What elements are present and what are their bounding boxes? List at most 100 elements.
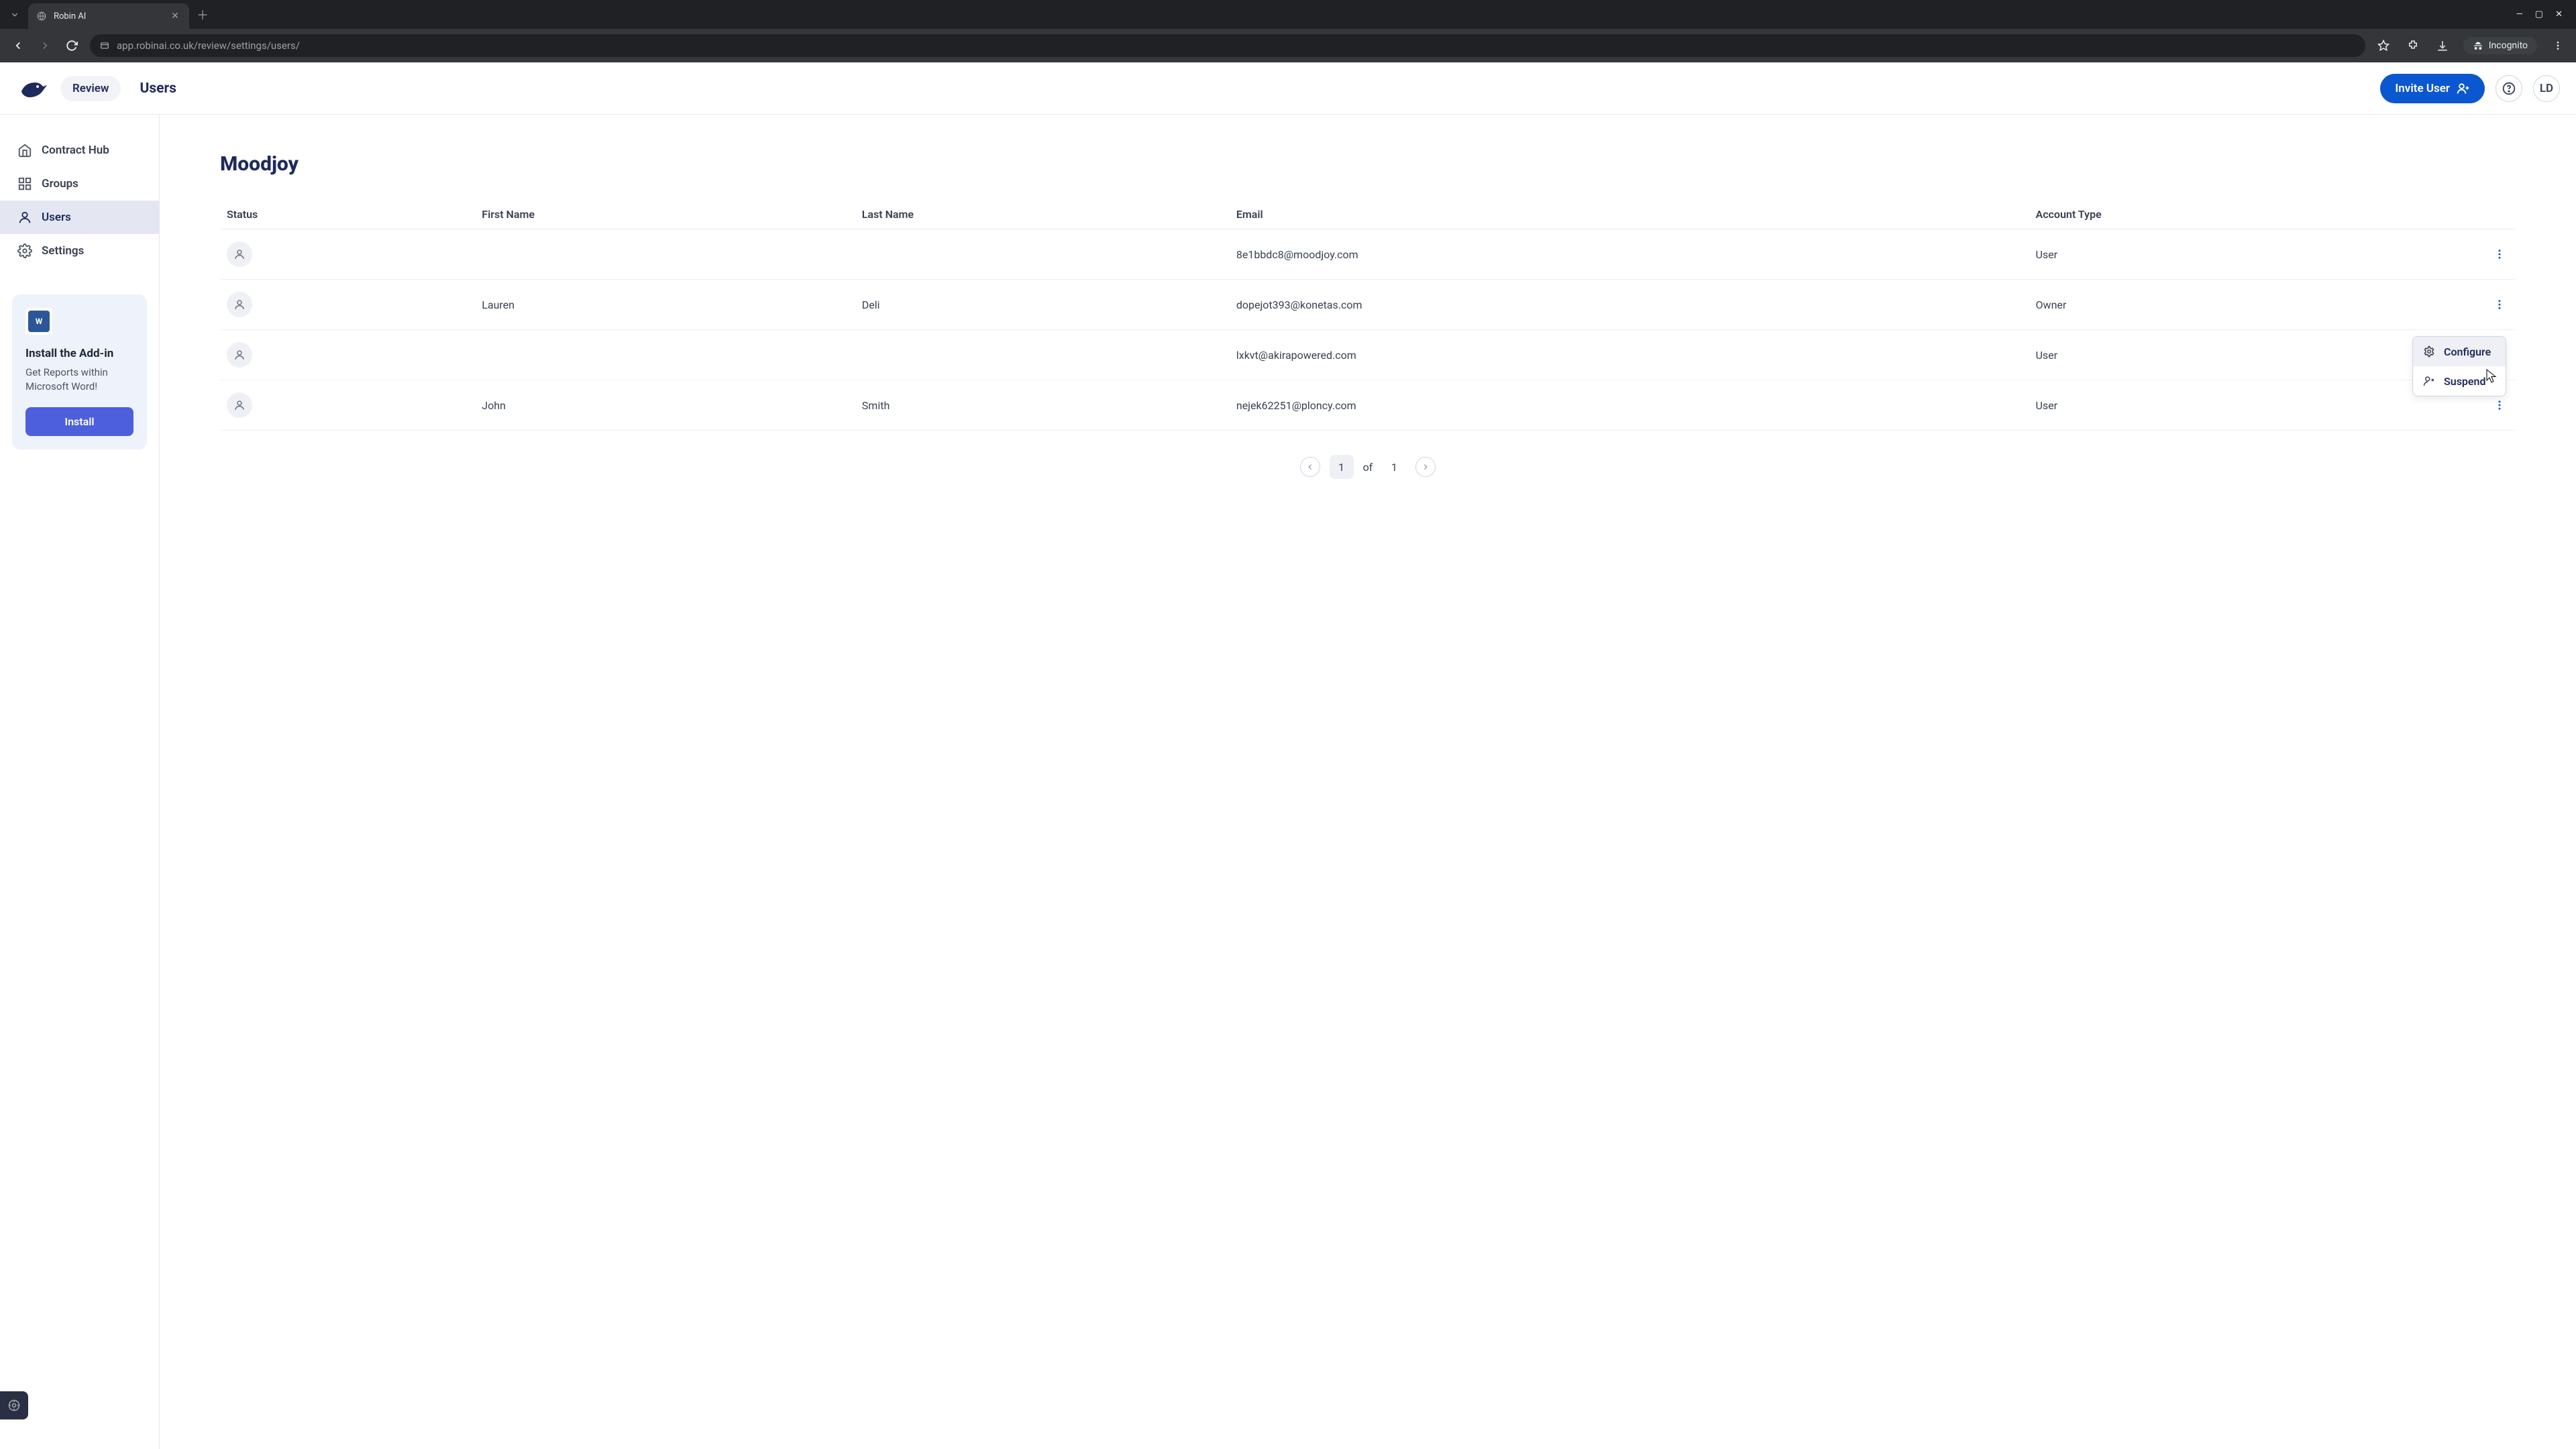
sidebar-item-settings[interactable]: Settings: [0, 234, 159, 268]
status-avatar-icon: [227, 342, 252, 368]
cell-first-name: John: [475, 380, 855, 431]
app-header: Review Users Invite User LD: [0, 62, 2576, 115]
robin-logo-icon[interactable]: [16, 76, 48, 101]
table-row: LaurenDelidopejot393@konetas.comOwner: [220, 280, 2516, 330]
addin-description: Get Reports within Microsoft Word!: [25, 366, 133, 394]
addin-title: Install the Add-in: [25, 347, 133, 360]
tab-close-icon[interactable]: ✕: [169, 10, 181, 22]
cell-first-name: Lauren: [475, 280, 855, 330]
cell-last-name: Smith: [855, 380, 1230, 431]
sidebar: Contract Hub Groups Users Settings W Ins…: [0, 115, 160, 1449]
cell-first-name: [475, 229, 855, 280]
page-total: 1: [1382, 455, 1406, 479]
tab-search-dropdown[interactable]: [5, 5, 24, 24]
user-x-icon: [2422, 374, 2436, 388]
cell-last-name: [855, 330, 1230, 380]
status-avatar-icon: [227, 241, 252, 267]
cell-last-name: [855, 229, 1230, 280]
users-table: Status First Name Last Name Email Accoun…: [220, 200, 2516, 431]
col-account-type: Account Type: [2029, 200, 2483, 229]
col-status: Status: [220, 200, 475, 229]
sidebar-item-users[interactable]: Users: [0, 201, 159, 234]
user-icon: [17, 210, 32, 225]
cell-account-type: Owner: [2029, 280, 2483, 330]
col-email: Email: [1230, 200, 2029, 229]
incognito-badge[interactable]: Incognito: [2463, 37, 2537, 54]
cell-account-type: User: [2029, 229, 2483, 280]
minimize-icon[interactable]: —: [2516, 9, 2523, 19]
install-button[interactable]: Install: [25, 407, 133, 436]
tab-favicon-icon: [36, 11, 47, 21]
org-title: Moodjoy: [220, 152, 2516, 176]
browser-menu-icon[interactable]: [2549, 37, 2567, 54]
user-plus-icon: [2457, 82, 2470, 95]
page-prev-button[interactable]: [1300, 457, 1320, 477]
page-next-button[interactable]: [1415, 457, 1436, 477]
floating-help-badge[interactable]: [0, 1391, 28, 1419]
menu-item-suspend[interactable]: Suspend: [2413, 366, 2506, 396]
new-tab-button[interactable]: ＋: [193, 5, 212, 24]
bookmark-icon[interactable]: [2375, 37, 2392, 54]
page-of-label: of: [1363, 461, 1373, 474]
incognito-icon: [2473, 40, 2483, 51]
status-avatar-icon: [227, 392, 252, 418]
addin-promo-card: W Install the Add-in Get Reports within …: [12, 294, 147, 449]
cell-first-name: [475, 330, 855, 380]
page-current: 1: [1330, 455, 1354, 479]
review-nav-button[interactable]: Review: [60, 76, 121, 101]
cell-email: 8e1bbdc8@moodjoy.com: [1230, 229, 2029, 280]
col-first-name: First Name: [475, 200, 855, 229]
sidebar-item-groups[interactable]: Groups: [0, 167, 159, 201]
row-more-button[interactable]: [2490, 245, 2509, 264]
menu-item-label: Configure: [2444, 345, 2491, 358]
close-window-icon[interactable]: ✕: [2555, 9, 2563, 19]
row-more-button[interactable]: [2490, 295, 2509, 314]
table-row: lxkvt@akirapowered.comUser: [220, 330, 2516, 380]
cell-email: nejek62251@ploncy.com: [1230, 380, 2029, 431]
address-bar: app.robinai.co.uk/review/settings/users/…: [0, 29, 2576, 62]
help-button[interactable]: [2496, 75, 2522, 102]
cell-email: lxkvt@akirapowered.com: [1230, 330, 2029, 380]
reload-icon[interactable]: [63, 37, 80, 54]
back-icon[interactable]: [9, 37, 27, 54]
sidebar-item-label: Settings: [42, 244, 84, 258]
url-text: app.robinai.co.uk/review/settings/users/: [117, 40, 300, 52]
pagination: 1 of 1: [220, 455, 2516, 479]
downloads-icon[interactable]: [2434, 37, 2451, 54]
home-icon: [17, 143, 32, 158]
cell-last-name: Deli: [855, 280, 1230, 330]
cell-email: dopejot393@konetas.com: [1230, 280, 2029, 330]
invite-user-button[interactable]: Invite User: [2380, 74, 2485, 103]
menu-item-configure[interactable]: Configure: [2413, 337, 2506, 366]
row-context-menu: Configure Suspend: [2412, 336, 2506, 396]
user-avatar[interactable]: LD: [2533, 75, 2560, 102]
sidebar-item-label: Contract Hub: [42, 144, 109, 157]
browser-chrome: Robin AI ✕ ＋ — ▢ ✕ app.robinai.co.uk/rev…: [0, 0, 2576, 62]
sidebar-item-label: Groups: [42, 177, 78, 191]
table-row: JohnSmithnejek62251@ploncy.comUser: [220, 380, 2516, 431]
row-more-button[interactable]: [2490, 396, 2509, 415]
url-input[interactable]: app.robinai.co.uk/review/settings/users/: [90, 34, 2365, 57]
forward-icon[interactable]: [36, 37, 54, 54]
table-row: 8e1bbdc8@moodjoy.comUser: [220, 229, 2516, 280]
maximize-icon[interactable]: ▢: [2535, 9, 2543, 19]
extensions-icon[interactable]: [2404, 37, 2422, 54]
status-avatar-icon: [227, 292, 252, 317]
gear-icon: [2422, 345, 2436, 358]
main-content: Moodjoy Status First Name Last Name Emai…: [160, 115, 2576, 1449]
gear-icon: [17, 244, 32, 258]
grid-icon: [17, 176, 32, 191]
page-title: Users: [140, 80, 176, 97]
window-controls: — ▢ ✕: [2516, 9, 2571, 19]
sidebar-item-contract-hub[interactable]: Contract Hub: [0, 133, 159, 167]
tab-title: Robin AI: [54, 11, 162, 21]
sidebar-item-label: Users: [42, 211, 71, 224]
tab-bar: Robin AI ✕ ＋ — ▢ ✕: [0, 0, 2576, 29]
invite-user-label: Invite User: [2395, 82, 2450, 95]
incognito-label: Incognito: [2489, 40, 2528, 51]
col-last-name: Last Name: [855, 200, 1230, 229]
word-icon: W: [25, 308, 52, 335]
browser-tab[interactable]: Robin AI ✕: [28, 3, 189, 29]
site-info-icon[interactable]: [99, 40, 110, 51]
menu-item-label: Suspend: [2444, 375, 2485, 388]
